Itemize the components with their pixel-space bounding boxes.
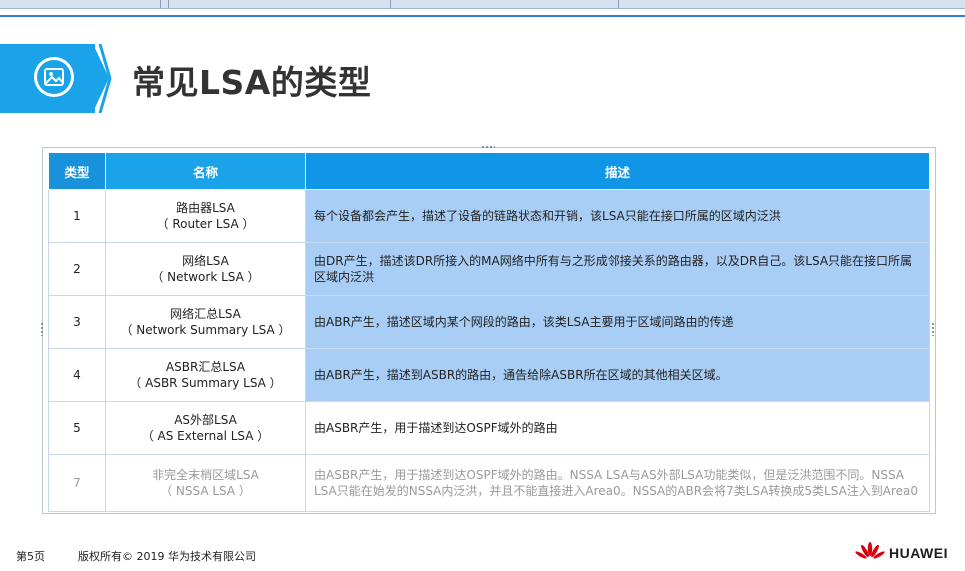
resize-handle-top[interactable] xyxy=(481,145,495,149)
strip-divider xyxy=(390,0,391,8)
editor-top-strip xyxy=(0,0,965,9)
column-header-type: 类型 xyxy=(48,152,106,190)
strip-divider xyxy=(618,0,619,8)
copyright: 版权所有© 2019 华为技术有限公司 xyxy=(78,550,256,563)
cell-type: 4 xyxy=(48,348,106,402)
editor-top-line xyxy=(0,15,965,17)
table-row: 7 非完全末梢区域LSA （ NSSA LSA ） 由ASBR产生，用于描述到达… xyxy=(48,454,930,512)
cell-type: 2 xyxy=(48,242,106,296)
cell-desc: 由DR产生，描述该DR所接入的MA网络中所有与之形成邻接关系的路由器，以及DR自… xyxy=(305,242,930,296)
cell-name: 路由器LSA （ Router LSA ） xyxy=(105,189,306,243)
cell-name: ASBR汇总LSA （ ASBR Summary LSA ） xyxy=(105,348,306,402)
cell-desc: 由ASBR产生，用于描述到达OSPF域外的路由 xyxy=(305,401,930,455)
name-en: （ AS External LSA ） xyxy=(141,429,270,443)
table-header-row: 类型 名称 描述 xyxy=(48,152,930,190)
cell-name: 网络LSA （ Network LSA ） xyxy=(105,242,306,296)
name-en: （ Network Summary LSA ） xyxy=(120,323,291,337)
cell-type: 1 xyxy=(48,189,106,243)
table-row: 3 网络汇总LSA （ Network Summary LSA ） 由ABR产生… xyxy=(48,295,930,349)
resize-handle-right[interactable] xyxy=(931,322,935,336)
name-cn: AS外部LSA xyxy=(174,413,237,427)
cell-type: 7 xyxy=(48,454,106,512)
cell-desc: 每个设备都会产生，描述了设备的链路状态和开销，该LSA只能在接口所属的区域内泛洪 xyxy=(305,189,930,243)
table-row: 5 AS外部LSA （ AS External LSA ） 由ASBR产生，用于… xyxy=(48,401,930,455)
strip-divider xyxy=(168,0,169,8)
cell-type: 5 xyxy=(48,401,106,455)
name-cn: 网络LSA xyxy=(182,254,229,268)
cell-name: 非完全末梢区域LSA （ NSSA LSA ） xyxy=(105,454,306,512)
name-cn: ASBR汇总LSA xyxy=(165,360,246,374)
table-row: 1 路由器LSA （ Router LSA ） 每个设备都会产生，描述了设备的链… xyxy=(48,189,930,243)
cell-desc: 由ABR产生，描述到ASBR的路由，通告给除ASBR所在区域的其他相关区域。 xyxy=(305,348,930,402)
resize-handle-left[interactable] xyxy=(40,322,44,336)
brand-name: HUAWEI xyxy=(889,545,948,561)
name-en: （ Router LSA ） xyxy=(156,217,255,231)
name-en: （ NSSA LSA ） xyxy=(160,484,251,498)
page-title: 常见LSA的类型 xyxy=(132,63,372,102)
name-cn: 网络汇总LSA xyxy=(170,307,241,321)
brand-logo: HUAWEI xyxy=(855,542,948,564)
table-row: 2 网络LSA （ Network LSA ） 由DR产生，描述该DR所接入的M… xyxy=(48,242,930,296)
table-row: 4 ASBR汇总LSA （ ASBR Summary LSA ） 由ABR产生，… xyxy=(48,348,930,402)
name-cn: 路由器LSA xyxy=(176,201,235,215)
column-header-desc: 描述 xyxy=(305,152,930,190)
cell-desc: 由ASBR产生，用于描述到达OSPF域外的路由。NSSA LSA与AS外部LSA… xyxy=(305,454,930,512)
image-icon xyxy=(34,57,74,97)
name-cn: 非完全末梢区域LSA xyxy=(152,468,259,482)
lsa-table: 类型 名称 描述 1 路由器LSA （ Router LSA ） 每个设备都会产… xyxy=(48,152,930,512)
huawei-petal-icon xyxy=(855,542,885,559)
name-en: （ ASBR Summary LSA ） xyxy=(129,376,282,390)
cell-name: 网络汇总LSA （ Network Summary LSA ） xyxy=(105,295,306,349)
cell-name: AS外部LSA （ AS External LSA ） xyxy=(105,401,306,455)
banner-chevron-accent xyxy=(98,44,112,113)
strip-divider xyxy=(160,0,161,8)
cell-type: 3 xyxy=(48,295,106,349)
page-number: 第5页 xyxy=(16,550,45,563)
cell-desc: 由ABR产生，描述区域内某个网段的路由，该类LSA主要用于区域间路由的传递 xyxy=(305,295,930,349)
column-header-name: 名称 xyxy=(105,152,306,190)
name-en: （ Network LSA ） xyxy=(151,270,260,284)
